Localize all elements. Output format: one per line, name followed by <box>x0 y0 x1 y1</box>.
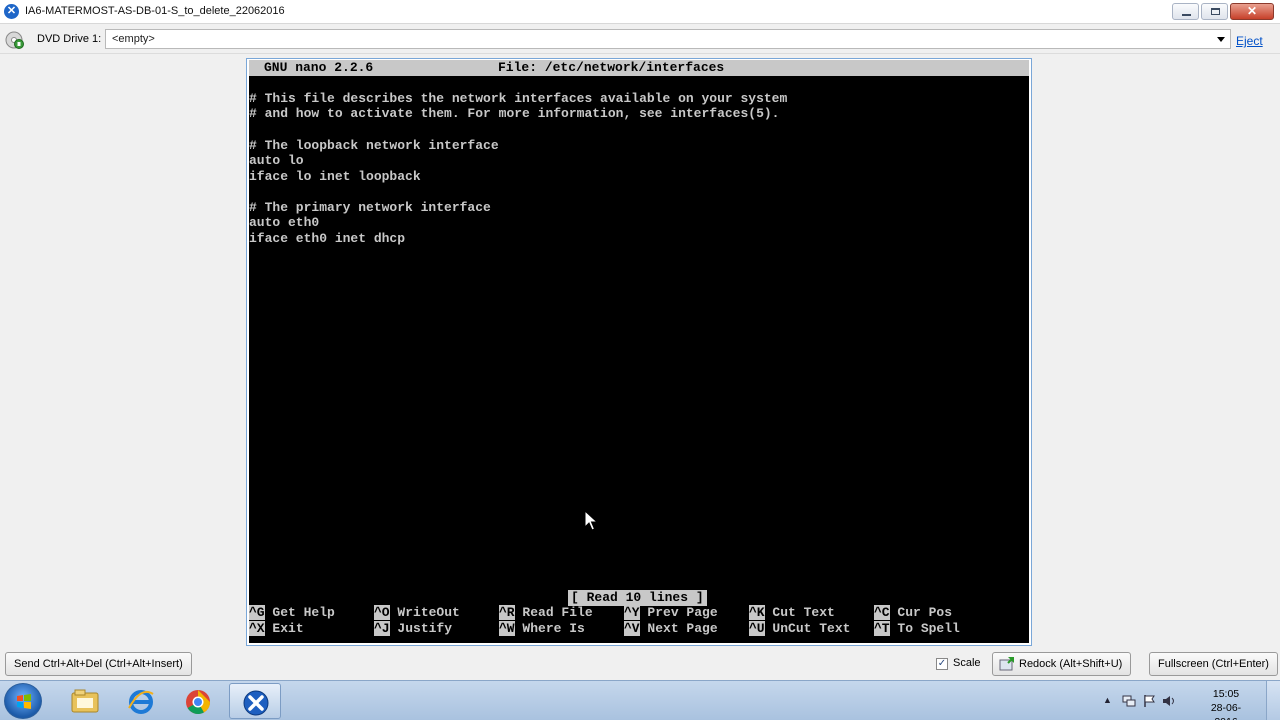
file-line: iface lo inet loopback <box>249 169 421 184</box>
dvd-drive-icon <box>5 31 24 49</box>
app-icon: ✕ <box>4 4 19 19</box>
redock-label: Redock (Alt+Shift+U) <box>1019 658 1123 670</box>
volume-icon[interactable] <box>1162 694 1178 708</box>
close-icon: ✕ <box>1246 4 1258 18</box>
action-center-flag-icon[interactable] <box>1142 694 1156 708</box>
close-button[interactable]: ✕ <box>1230 3 1274 20</box>
clock-time: 15:05 <box>1212 688 1240 700</box>
scale-label: Scale <box>953 657 981 669</box>
file-line: auto lo <box>249 153 304 168</box>
show-desktop-button[interactable] <box>1266 681 1280 720</box>
fullscreen-button[interactable]: Fullscreen (Ctrl+Enter) <box>1149 652 1278 676</box>
shortcut-uncut-text: ^U UnCut Text <box>749 621 851 636</box>
taskbar-clock[interactable]: 15:05 28-06-2016 <box>1200 687 1252 720</box>
tray-expand-icon[interactable]: ▲ <box>1103 695 1112 705</box>
shortcut-cur-pos: ^C Cur Pos <box>874 605 953 620</box>
internet-explorer-icon <box>128 690 154 714</box>
shortcut-get-help: ^G Get Help <box>249 605 335 620</box>
file-line: iface eth0 inet dhcp <box>249 231 406 246</box>
shortcut-prev-page: ^Y Prev Page <box>624 605 718 620</box>
mouse-cursor-icon <box>584 510 598 531</box>
send-ctrl-alt-del-button[interactable]: Send Ctrl+Alt+Del (Ctrl+Alt+Insert) <box>5 652 192 676</box>
maximize-button[interactable] <box>1201 3 1228 20</box>
shortcut-read-file: ^R Read File <box>499 605 593 620</box>
window-title: IA6-MATERMOST-AS-DB-01-S_to_delete_22062… <box>25 5 285 17</box>
maximize-icon <box>1211 8 1220 15</box>
taskbar-internet-explorer[interactable] <box>115 683 167 719</box>
window-title-bar[interactable]: ✕ IA6-MATERMOST-AS-DB-01-S_to_delete_220… <box>0 0 1280 24</box>
shortcut-where-is: ^W Where Is <box>499 621 585 636</box>
taskbar-file-explorer[interactable] <box>59 683 111 719</box>
nano-filename: File: /etc/network/interfaces <box>498 60 725 75</box>
nano-version: GNU nano 2.2.6 <box>264 60 374 75</box>
vm-bottom-toolbar: Send Ctrl+Alt+Del (Ctrl+Alt+Insert) ✓ Sc… <box>0 650 1280 680</box>
eject-link[interactable]: Eject <box>1236 34 1263 48</box>
dvd-drive-label: DVD Drive 1: <box>37 33 102 45</box>
windows-logo-icon <box>17 694 31 709</box>
dvd-drive-select[interactable]: <empty> <box>105 29 1231 49</box>
minimize-icon <box>1182 14 1191 16</box>
minimize-button[interactable] <box>1172 3 1199 20</box>
taskbar-vm-console[interactable] <box>229 683 281 719</box>
hyperv-console-icon <box>243 690 269 716</box>
redock-icon <box>999 657 1014 671</box>
chrome-icon <box>186 690 210 715</box>
window-controls: ✕ <box>1172 3 1274 20</box>
windows-taskbar: ▲ 15:05 28-06-2016 <box>0 680 1280 720</box>
chevron-down-icon <box>1217 37 1225 42</box>
shortcut-exit: ^X Exit <box>249 621 304 636</box>
start-button[interactable] <box>4 683 42 719</box>
nano-header: GNU nano 2.2.6 File: /etc/network/interf… <box>249 60 1029 76</box>
shortcut-to-spell: ^T To Spell <box>874 621 960 636</box>
network-icon[interactable] <box>1122 694 1136 708</box>
file-line: # The primary network interface <box>249 200 491 215</box>
shortcut-next-page: ^V Next Page <box>624 621 718 636</box>
dvd-drive-value: <empty> <box>112 33 155 45</box>
file-line: auto eth0 <box>249 215 320 230</box>
shortcut-writeout: ^O WriteOut <box>374 605 460 620</box>
taskbar-chrome[interactable] <box>172 683 224 719</box>
redock-button[interactable]: Redock (Alt+Shift+U) <box>992 652 1132 676</box>
file-line: # The loopback network interface <box>249 138 499 153</box>
scale-checkbox[interactable]: ✓ <box>936 658 948 670</box>
clock-date: 28-06-2016 <box>1210 702 1242 720</box>
shortcut-justify: ^J Justify <box>374 621 453 636</box>
dvd-drive-toolbar: DVD Drive 1: <empty> Eject <box>0 25 1280 54</box>
shortcut-cut-text: ^K Cut Text <box>749 605 835 620</box>
file-explorer-icon <box>71 689 99 713</box>
vm-console-screen[interactable]: GNU nano 2.2.6 File: /etc/network/interf… <box>249 60 1029 643</box>
file-line: # This file describes the network interf… <box>249 91 788 106</box>
nano-status-message: [ Read 10 lines ] <box>568 590 707 606</box>
file-line: # and how to activate them. For more inf… <box>249 106 780 121</box>
